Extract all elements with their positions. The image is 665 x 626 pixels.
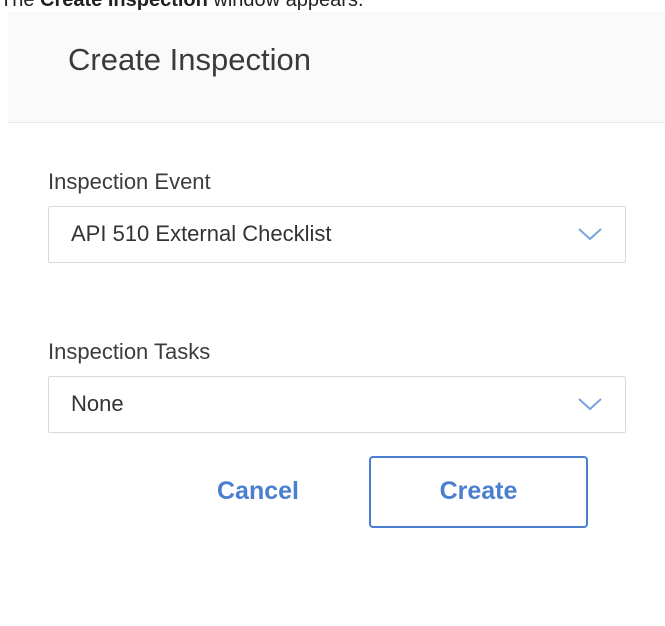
create-button[interactable]: Create	[369, 456, 588, 528]
document-caption: The Create Inspection window appears.	[0, 0, 364, 12]
inspection-tasks-label: Inspection Tasks	[48, 339, 211, 364]
caption-bold: Create Inspection	[40, 0, 208, 11]
inspection-tasks-value: None	[71, 391, 124, 416]
chevron-down-icon	[578, 398, 602, 411]
inspection-event-value: API 510 External Checklist	[71, 221, 332, 246]
caption-suffix: window appears.	[207, 0, 364, 11]
create-inspection-dialog: Create Inspection Inspection Event API 5…	[8, 12, 665, 626]
inspection-event-label: Inspection Event	[48, 169, 211, 194]
cancel-button[interactable]: Cancel	[198, 477, 318, 509]
caption-prefix: The	[0, 0, 41, 11]
dialog-title: Create Inspection	[68, 42, 311, 77]
inspection-tasks-select[interactable]: None	[48, 376, 626, 433]
chevron-down-icon	[578, 228, 602, 241]
dialog-header: Create Inspection	[8, 12, 665, 123]
inspection-event-select[interactable]: API 510 External Checklist	[48, 206, 626, 263]
